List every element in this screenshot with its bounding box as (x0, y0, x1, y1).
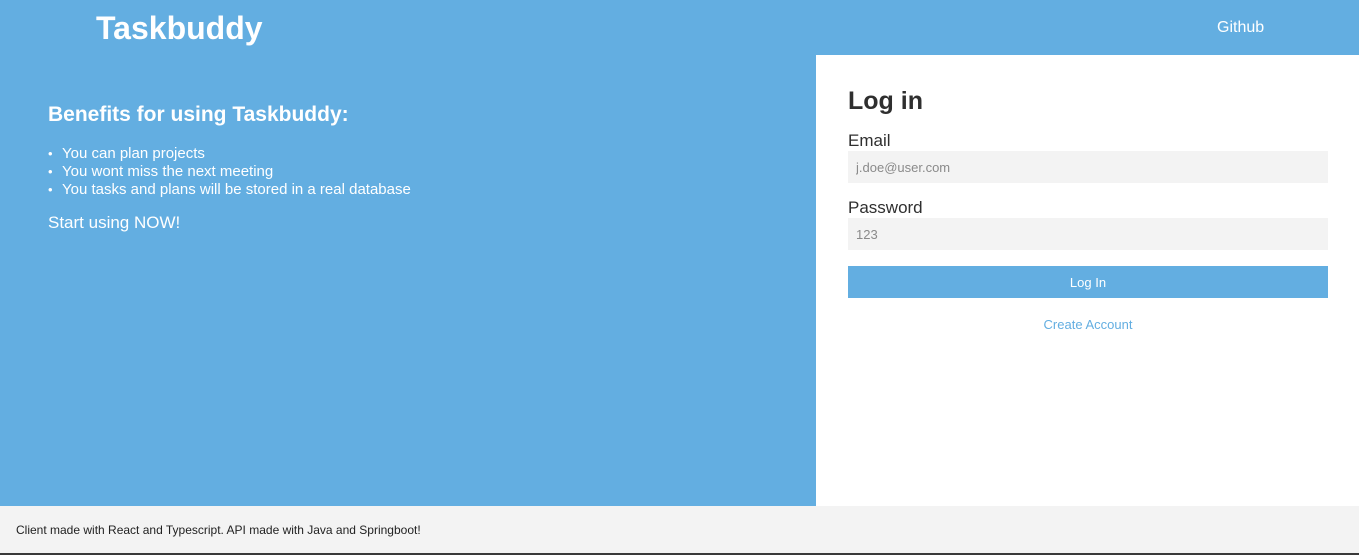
footer-text: Client made with React and Typescript. A… (16, 523, 421, 537)
bullet-icon: • (48, 182, 53, 197)
benefit-text: You wont miss the next meeting (62, 163, 274, 180)
password-label: Password (848, 198, 923, 217)
password-field[interactable] (848, 218, 1328, 250)
list-item: • You wont miss the next meeting (48, 163, 411, 181)
list-item: • You tasks and plans will be stored in … (48, 181, 411, 199)
top-navbar: Taskbuddy Github (0, 0, 1359, 55)
app-root: Taskbuddy Github Benefits for using Task… (0, 0, 1359, 555)
bullet-icon: • (48, 146, 53, 161)
login-title: Log in (848, 87, 923, 115)
benefit-text: You can plan projects (62, 145, 205, 162)
bullet-icon: • (48, 164, 53, 179)
benefits-section: Benefits for using Taskbuddy: • You can … (48, 102, 411, 233)
list-item: • You can plan projects (48, 145, 411, 163)
email-field[interactable] (848, 151, 1328, 183)
github-link[interactable]: Github (1217, 18, 1264, 38)
brand-logo-link[interactable]: Taskbuddy (96, 10, 263, 46)
email-label: Email (848, 131, 891, 150)
create-account-link[interactable]: Create Account (848, 317, 1328, 333)
login-panel: Log in Email Password Log In Create Acco… (816, 55, 1359, 506)
call-to-action-text: Start using NOW! (48, 213, 181, 232)
login-button[interactable]: Log In (848, 266, 1328, 298)
benefit-text: You tasks and plans will be stored in a … (62, 181, 411, 198)
benefits-heading: Benefits for using Taskbuddy: (48, 103, 349, 126)
benefits-list: • You can plan projects • You wont miss … (48, 145, 411, 199)
footer: Client made with React and Typescript. A… (0, 506, 1359, 555)
